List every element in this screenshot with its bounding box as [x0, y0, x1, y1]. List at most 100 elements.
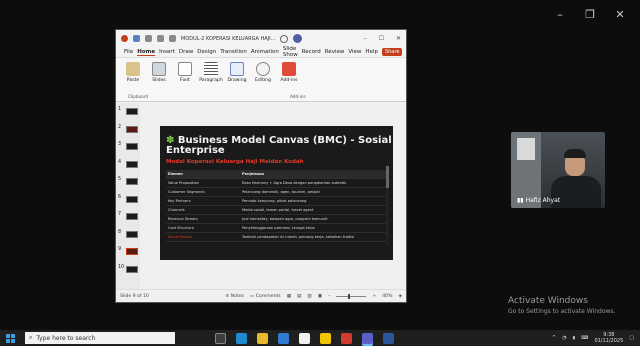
reading-view-icon[interactable]: ▥: [307, 294, 311, 299]
table-header-row: Elemen Penjelasan: [166, 170, 388, 179]
notifications-icon[interactable]: ▢: [629, 335, 634, 341]
explanation-cell: Jual homestay, bawaan agro, program komu…: [240, 214, 388, 224]
slide-title-text: Business Model Canvas (BMC) - Sosial Ent…: [166, 135, 392, 156]
slide-thumbnail[interactable]: [126, 248, 138, 255]
clock-date: 01/11/2025: [594, 338, 624, 344]
powerpoint-logo-icon: [121, 35, 128, 42]
mail-icon[interactable]: [299, 332, 310, 344]
sorter-view-icon[interactable]: ▤: [297, 294, 301, 299]
editing-button[interactable]: Editing: [252, 62, 274, 83]
search-icon: ⌕: [29, 334, 33, 341]
tab-slideshow[interactable]: Slide Show: [283, 46, 298, 58]
drawing-button[interactable]: Drawing: [226, 62, 248, 83]
editing-label: Editing: [255, 78, 271, 83]
tab-draw[interactable]: Draw: [179, 49, 193, 55]
table-header-cell: Elemen: [166, 170, 240, 179]
slide-thumbnails-pane: 1 2 3 4 5 6 7 8 9 10: [116, 103, 140, 289]
tab-animation[interactable]: Animation: [251, 49, 279, 55]
task-view-icon[interactable]: [215, 332, 226, 344]
search-placeholder: Type here to search: [36, 334, 96, 342]
slide-number: 3: [118, 142, 122, 147]
normal-view-icon[interactable]: ▦: [287, 294, 291, 299]
paste-label: Paste: [126, 78, 140, 83]
chrome-icon[interactable]: [341, 332, 352, 344]
font-button[interactable]: Font: [174, 62, 196, 83]
slide-thumbnail[interactable]: [126, 213, 138, 220]
home-ribbon: Paste Slides Font Paragraph Drawing Edit…: [116, 58, 406, 102]
notes-button[interactable]: ≡ Notes: [225, 294, 244, 299]
windows-start-icon[interactable]: [6, 333, 15, 343]
volume-icon[interactable]: ◖: [573, 335, 576, 341]
slide-thumbnail[interactable]: [126, 230, 138, 238]
store-icon[interactable]: [278, 332, 289, 344]
element-cell: Value Proposition: [166, 178, 240, 188]
slide-thumbnail[interactable]: [126, 265, 138, 273]
ppt-minimize-button[interactable]: –: [364, 35, 367, 42]
tab-design[interactable]: Design: [197, 49, 216, 55]
share-button[interactable]: Share: [381, 48, 403, 56]
zoom-slider[interactable]: [336, 293, 367, 299]
slide-subtitle: Model Koperasi Keluarga Haji Meidan Koda…: [166, 159, 304, 165]
present-icon[interactable]: [169, 35, 176, 42]
zoom-out-icon[interactable]: –: [328, 294, 330, 299]
tab-review[interactable]: Review: [325, 49, 345, 55]
language-icon[interactable]: ⌨: [581, 335, 588, 341]
table-row: Customer Segments Pelancong domestik, age…: [166, 187, 388, 197]
slide-number: 7: [118, 212, 122, 217]
teams-icon[interactable]: [362, 332, 373, 344]
windows-taskbar: ⌕ Type here to search ^ ◔ ◖ ⌨ 9:38 01/11…: [0, 330, 640, 346]
comments-button[interactable]: ▭ Comments: [250, 294, 281, 299]
paste-button[interactable]: Paste: [122, 62, 144, 83]
slides-icon: [152, 62, 166, 76]
ppt-close-button[interactable]: ✕: [396, 35, 401, 42]
current-slide[interactable]: ✽ Business Model Canvas (BMC) - Sosial E…: [160, 126, 393, 260]
word-icon[interactable]: [383, 332, 394, 344]
slide-thumbnail[interactable]: [126, 108, 138, 115]
ppt-maximize-button[interactable]: ☐: [379, 35, 384, 42]
taskbar-search[interactable]: ⌕ Type here to search: [25, 332, 175, 344]
element-cell: Cost Structure: [166, 223, 240, 233]
tab-home[interactable]: Home: [137, 49, 156, 56]
zoom-in-icon[interactable]: +: [372, 294, 376, 299]
tray-chevron-icon[interactable]: ^: [552, 335, 556, 341]
sticky-notes-icon[interactable]: [320, 332, 331, 344]
slide-thumbnail[interactable]: [126, 178, 138, 185]
slides-button[interactable]: Slides: [148, 62, 170, 83]
taskbar-clock[interactable]: 9:38 01/11/2025: [594, 332, 623, 344]
save-icon[interactable]: [133, 35, 140, 42]
maximize-button[interactable]: ❐: [584, 8, 596, 21]
tab-help[interactable]: Help: [365, 49, 378, 55]
close-button[interactable]: ✕: [614, 8, 626, 21]
addins-label: Add-ins: [280, 78, 298, 83]
slideshow-view-icon[interactable]: ▣: [318, 294, 322, 299]
file-explorer-icon[interactable]: [257, 332, 268, 344]
undo-icon[interactable]: [145, 35, 152, 42]
slide-thumbnail[interactable]: [126, 160, 138, 168]
tab-view[interactable]: View: [348, 49, 361, 55]
comments-label: Comments: [255, 293, 281, 299]
slide-scrollbar[interactable]: [386, 166, 389, 246]
search-icon[interactable]: [280, 34, 289, 43]
tab-transition[interactable]: Transition: [220, 49, 247, 55]
addins-button[interactable]: Add-ins: [278, 62, 300, 83]
scrollbar-thumb[interactable]: [386, 166, 389, 188]
slide-thumbnail[interactable]: [126, 195, 138, 203]
user-avatar[interactable]: [293, 34, 303, 43]
group-clipboard: Clipboard: [128, 94, 149, 99]
zoom-level[interactable]: 40%: [382, 294, 392, 299]
edge-icon[interactable]: [236, 332, 247, 344]
ppt-titlebar: MODUL-2 KOPERASI KELUARGA HAJI... – ☐ ✕: [116, 30, 406, 47]
paragraph-button[interactable]: Paragraph: [199, 62, 223, 83]
tab-file[interactable]: File: [124, 49, 133, 55]
signal-icon: ▮▮: [517, 197, 524, 204]
slide-thumbnail[interactable]: [126, 143, 138, 150]
participant-video[interactable]: ▮▮ Hafiz Ahyat: [511, 132, 605, 208]
explanation-cell: Media sosial, laman portal, travel agent: [240, 205, 388, 215]
tab-record[interactable]: Record: [302, 49, 321, 55]
slide-thumbnail[interactable]: [126, 125, 138, 133]
fit-slide-icon[interactable]: ◈: [398, 294, 402, 299]
network-icon[interactable]: ◔: [562, 335, 566, 341]
tab-insert[interactable]: Insert: [159, 49, 175, 55]
minimize-button[interactable]: –: [554, 8, 566, 21]
redo-icon[interactable]: [157, 35, 164, 42]
